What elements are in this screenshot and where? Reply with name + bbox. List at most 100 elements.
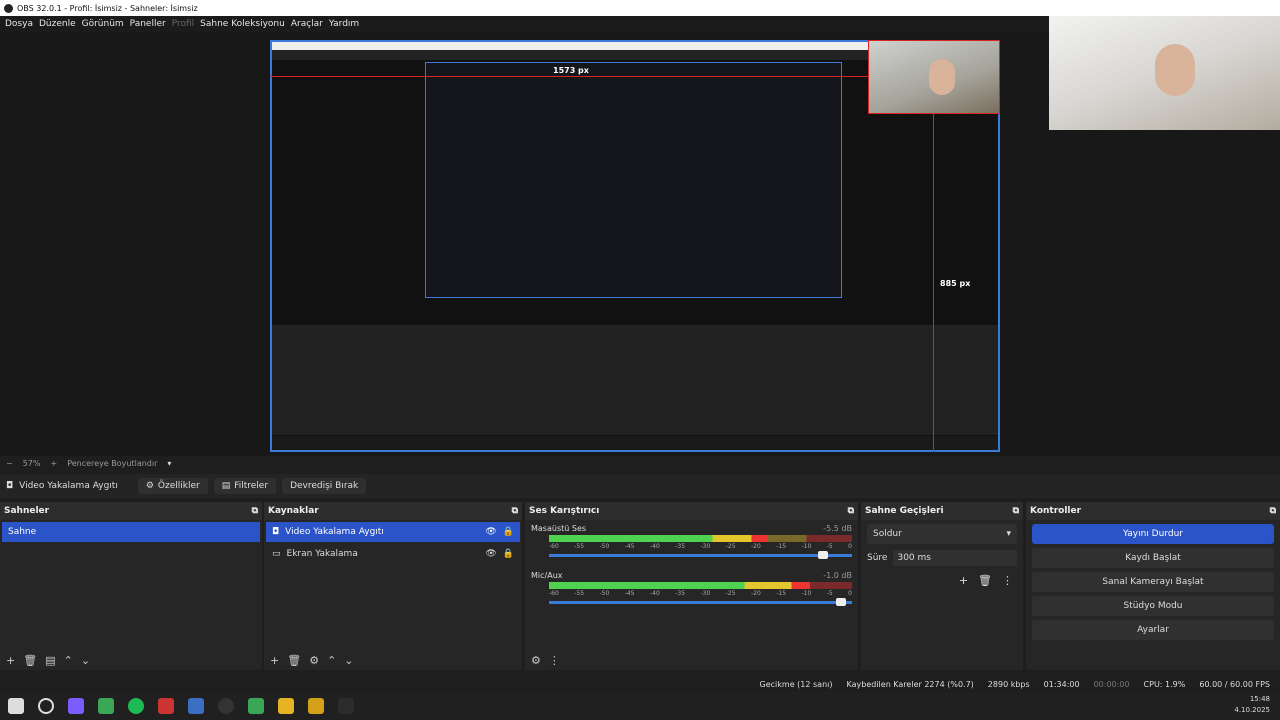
meter-tick: -10 xyxy=(801,590,812,597)
zoom-value: 57% xyxy=(22,458,41,468)
menu-help[interactable]: Yardım xyxy=(329,19,359,29)
remove-source-icon[interactable]: 🗑 xyxy=(287,654,301,667)
settings-button[interactable]: Ayarlar xyxy=(1032,620,1274,640)
undock-icon[interactable]: ⧉ xyxy=(848,506,854,516)
meter-tick: -60 xyxy=(549,543,559,550)
system-clock[interactable]: 15:48 4.10.2025 xyxy=(1234,694,1270,716)
source-item-video[interactable]: ◘ Video Yakalama Aygıtı 👁 🔒 xyxy=(266,522,520,542)
advanced-audio-icon[interactable]: ⚙ xyxy=(531,654,541,667)
fit-dropdown-icon[interactable]: ▾ xyxy=(167,459,171,468)
undock-icon[interactable]: ⧉ xyxy=(1270,506,1276,516)
mixer-dock: Ses Karıştırıcı ⧉ Masaüstü Ses -5.5 dB -… xyxy=(525,502,858,670)
meter-tick: -30 xyxy=(700,590,711,597)
status-bar: Gecikme (12 sanı) Kaybedilen Kareler 227… xyxy=(0,676,1280,692)
undock-icon[interactable]: ⧉ xyxy=(252,506,258,516)
fit-window-label[interactable]: Pencereye Boyutlandır xyxy=(67,459,157,468)
audio-meter xyxy=(549,535,852,542)
properties-button[interactable]: ⚙ Özellikler xyxy=(137,478,208,494)
settings-label: Ayarlar xyxy=(1137,625,1169,635)
app-icon[interactable] xyxy=(338,698,354,714)
monitor-icon: ▭ xyxy=(272,549,281,559)
meter-tick: -55 xyxy=(574,543,585,550)
sources-dock: Kaynaklar ⧉ ◘ Video Yakalama Aygıtı 👁 🔒 … xyxy=(264,502,522,670)
spotify-icon[interactable] xyxy=(128,698,144,714)
meter-ticks: -60 -55 -50 -45 -40 -35 -30 -25 -20 -15 -10 -5 0 xyxy=(549,543,852,550)
source-item-screen[interactable]: ▭ Ekran Yakalama 👁 🔒 xyxy=(266,544,520,564)
lock-icon[interactable]: 🔒 xyxy=(503,527,514,537)
visibility-eye-icon[interactable]: 👁 xyxy=(485,549,496,559)
menu-docks[interactable]: Paneller xyxy=(130,19,166,29)
scenes-dock: Sahneler ⧉ Sahne + 🗑 ▤ ⌃ ⌄ xyxy=(0,502,262,670)
mixer-channel-desktop: Masaüstü Ses -5.5 dB -60 -55 -50 -45 -40 -35-… xyxy=(525,520,858,561)
add-scene-icon[interactable]: + xyxy=(6,654,15,667)
deactivate-button[interactable]: Devredişi Bırak xyxy=(282,478,367,494)
filters-button[interactable]: ▤ Filtreler xyxy=(213,478,277,494)
studio-mode-button[interactable]: Stüdyo Modu xyxy=(1032,596,1274,616)
remove-scene-icon[interactable]: 🗑 xyxy=(23,654,37,667)
move-up-icon[interactable]: ⌃ xyxy=(327,654,336,667)
volume-knob[interactable] xyxy=(817,551,828,559)
stop-stream-button[interactable]: Yayını Durdur xyxy=(1032,524,1274,544)
measure-line-top xyxy=(270,76,868,77)
menu-profile: Profil xyxy=(171,19,195,29)
source-settings-icon[interactable]: ⚙ xyxy=(309,654,319,667)
zoom-in-icon[interactable]: + xyxy=(50,459,57,468)
menu-view[interactable]: Görünüm xyxy=(82,19,124,29)
obs-taskbar-icon[interactable] xyxy=(218,698,234,714)
folder-icon[interactable] xyxy=(278,698,294,714)
move-down-icon[interactable]: ⌄ xyxy=(81,654,90,667)
nested-taskbar xyxy=(272,436,998,450)
more-options-icon[interactable]: ⋮ xyxy=(1002,574,1013,587)
record-time-status: 00:00:00 xyxy=(1093,679,1130,689)
more-options-icon[interactable]: ⋮ xyxy=(549,654,560,667)
duration-input[interactable]: 300 ms xyxy=(893,550,1017,566)
move-down-icon[interactable]: ⌄ xyxy=(344,654,353,667)
channel-db: -1.0 dB xyxy=(823,571,852,580)
app-r-icon[interactable] xyxy=(308,698,324,714)
mixer-footer: ⚙ ⋮ xyxy=(525,650,858,670)
remove-transition-icon[interactable]: 🗑 xyxy=(978,574,992,587)
scene-filters-icon[interactable]: ▤ xyxy=(45,654,55,667)
add-transition-icon[interactable]: + xyxy=(959,574,968,587)
visibility-eye-icon[interactable]: 👁 xyxy=(485,527,496,537)
search-icon[interactable] xyxy=(38,698,54,714)
menu-file[interactable]: Dosya xyxy=(5,19,33,29)
menu-tools[interactable]: Araçlar xyxy=(291,19,323,29)
measure-label-side: 885 px xyxy=(940,279,971,288)
menu-scene-collection[interactable]: Sahne Koleksiyonu xyxy=(200,19,285,29)
volume-slider[interactable] xyxy=(549,551,852,559)
start-recording-button[interactable]: Kaydı Başlat xyxy=(1032,548,1274,568)
window-titlebar: OBS 32.0.1 - Profil: İsimsiz - Sahneler:… xyxy=(0,0,1280,16)
undock-icon[interactable]: ⧉ xyxy=(512,506,518,516)
transitions-title: Sahne Geçişleri xyxy=(865,506,944,516)
menu-edit[interactable]: Düzenle xyxy=(39,19,76,29)
zoom-out-icon[interactable]: − xyxy=(6,459,13,468)
chrome-icon[interactable] xyxy=(98,698,114,714)
move-up-icon[interactable]: ⌃ xyxy=(64,654,73,667)
controls-dock: Kontroller ⧉ Yayını Durdur Kaydı Başlat … xyxy=(1026,502,1280,670)
chrome-icon[interactable] xyxy=(248,698,264,714)
scene-item[interactable]: Sahne xyxy=(2,522,260,542)
start-virtualcam-button[interactable]: Sanal Kamerayı Başlat xyxy=(1032,572,1274,592)
meter-tick: -20 xyxy=(751,590,761,597)
transition-select[interactable]: Soldur ▾ xyxy=(867,524,1017,544)
windows-start-icon[interactable] xyxy=(8,698,24,714)
scene-label: Sahne xyxy=(8,527,37,537)
lock-icon[interactable]: 🔒 xyxy=(503,549,514,559)
meter-ticks: -60 -55 -50 -45 -40 -35 -30 -25 -20 -15 -10 -5 0 xyxy=(549,590,852,597)
volume-knob[interactable] xyxy=(835,598,846,606)
channel-name: Masaüstü Ses xyxy=(531,524,587,533)
voicemeeter-icon[interactable] xyxy=(158,698,174,714)
transition-actions: + 🗑 ⋮ xyxy=(861,568,1023,593)
discord-icon[interactable] xyxy=(68,698,84,714)
app-icon[interactable] xyxy=(188,698,204,714)
controls-header: Kontroller ⧉ xyxy=(1026,502,1280,520)
meter-tick: -50 xyxy=(599,590,610,597)
volume-slider[interactable] xyxy=(549,598,852,606)
audio-meter xyxy=(549,582,852,589)
meter-tick: 0 xyxy=(848,543,852,550)
webcam-source-selected[interactable] xyxy=(868,40,1000,114)
undock-icon[interactable]: ⧉ xyxy=(1013,506,1019,516)
add-source-icon[interactable]: + xyxy=(270,654,279,667)
cpu-status: CPU: 1.9% xyxy=(1143,679,1186,689)
